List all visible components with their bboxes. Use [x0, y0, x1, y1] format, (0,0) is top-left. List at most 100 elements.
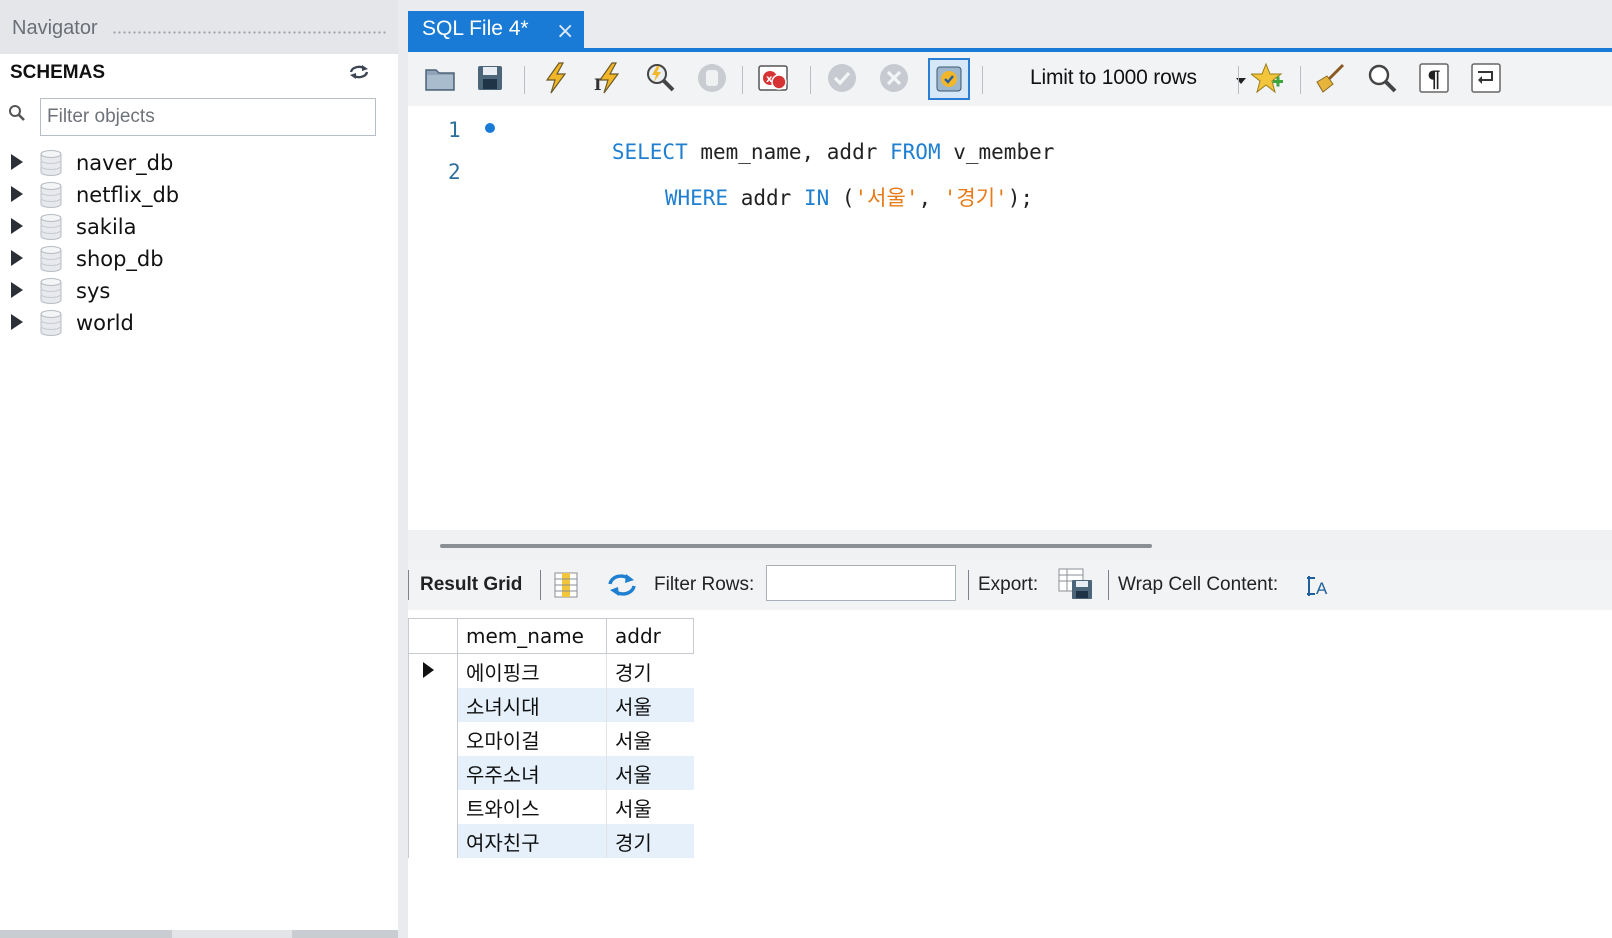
- cell-mem-name[interactable]: 소녀시대: [457, 688, 607, 722]
- grid-view-icon[interactable]: [554, 572, 578, 602]
- table-row[interactable]: 오마이걸 서울: [408, 722, 694, 756]
- word-wrap-icon[interactable]: [1468, 60, 1504, 96]
- sql-keyword: IN: [803, 186, 830, 210]
- table-row[interactable]: 트와이스 서울: [408, 790, 694, 824]
- sql-identifier: (: [829, 186, 855, 210]
- expand-arrow-icon[interactable]: [11, 282, 23, 298]
- beautify-broom-icon[interactable]: [1312, 60, 1348, 96]
- cell-mem-name[interactable]: 트와이스: [457, 790, 607, 824]
- commit-icon[interactable]: [824, 60, 860, 96]
- toolbar-separator: [982, 66, 983, 94]
- cell-mem-name[interactable]: 여자친구: [457, 824, 607, 858]
- export-icon[interactable]: [1058, 568, 1094, 604]
- expand-arrow-icon[interactable]: [11, 314, 23, 330]
- sql-keyword: WHERE: [664, 186, 729, 210]
- wrap-text-icon[interactable]: A: [1306, 574, 1330, 602]
- row-header[interactable]: [408, 722, 458, 756]
- refresh-schemas-icon[interactable]: [348, 63, 370, 86]
- schema-name: netflix_db: [76, 183, 180, 207]
- svg-text:x: x: [766, 74, 773, 85]
- editor-horizontal-scrollbar[interactable]: [408, 530, 1612, 560]
- expand-arrow-icon[interactable]: [11, 218, 23, 234]
- column-header-addr[interactable]: addr: [606, 618, 694, 654]
- sql-identifier: );: [1007, 186, 1033, 210]
- sql-string: '경기': [943, 186, 1008, 210]
- scrollbar-thumb[interactable]: [0, 930, 172, 938]
- explain-icon[interactable]: [642, 60, 678, 96]
- svg-text:¶: ¶: [1427, 67, 1441, 93]
- line-number: 1: [448, 118, 461, 142]
- row-header[interactable]: [408, 756, 458, 790]
- table-row[interactable]: 우주소녀 서울: [408, 756, 694, 790]
- code-line: 2 WHERE addr IN ('서울', '경기');: [408, 152, 1612, 210]
- cell-addr[interactable]: 서울: [607, 790, 694, 824]
- expand-arrow-icon[interactable]: [11, 154, 23, 170]
- cell-addr[interactable]: 서울: [606, 756, 694, 790]
- sql-editor[interactable]: 1 SELECT mem_name, addr FROM v_member 2 …: [408, 106, 1612, 530]
- expand-arrow-icon[interactable]: [11, 250, 23, 266]
- tab-label: SQL File 4*: [422, 17, 529, 40]
- add-snippet-star-icon[interactable]: [1250, 60, 1286, 96]
- row-header[interactable]: [408, 688, 458, 722]
- cell-mem-name[interactable]: 우주소녀: [457, 756, 607, 790]
- toolbar-separator: [810, 66, 811, 94]
- table-row[interactable]: 에이핑크 경기: [408, 653, 694, 689]
- row-header[interactable]: [408, 824, 458, 858]
- rollback-icon[interactable]: [876, 60, 912, 96]
- schema-item[interactable]: naver_db: [0, 148, 398, 180]
- cell-addr[interactable]: 경기: [606, 824, 694, 858]
- schema-item[interactable]: netflix_db: [0, 180, 398, 212]
- schema-item[interactable]: shop_db: [0, 244, 398, 276]
- execute-current-icon[interactable]: I: [590, 60, 626, 96]
- table-row[interactable]: 여자친구 경기: [408, 824, 694, 858]
- navigator-scrollbar[interactable]: [0, 930, 398, 938]
- find-icon[interactable]: [1364, 60, 1400, 96]
- scrollbar-thumb[interactable]: [440, 544, 1152, 548]
- line-number: 2: [448, 160, 461, 184]
- toggle-error-icon[interactable]: x: [756, 60, 792, 96]
- filter-objects-input[interactable]: [40, 98, 376, 136]
- panel-splitter[interactable]: [398, 0, 408, 938]
- schema-item[interactable]: sakila: [0, 212, 398, 244]
- toolbar-separator: [524, 66, 525, 94]
- result-grid-tab[interactable]: Result Grid: [420, 574, 522, 596]
- row-header-corner: [408, 618, 458, 654]
- column-header-mem-name[interactable]: mem_name: [457, 618, 607, 654]
- schema-item[interactable]: world: [0, 308, 398, 340]
- cell-mem-name[interactable]: 오마이걸: [457, 722, 607, 756]
- stop-icon[interactable]: [694, 60, 730, 96]
- sql-string: '서울': [854, 186, 919, 210]
- close-icon[interactable]: ×: [556, 19, 574, 44]
- invisible-chars-icon[interactable]: ¶: [1416, 60, 1452, 96]
- schema-name: shop_db: [76, 247, 164, 271]
- cell-addr[interactable]: 경기: [607, 654, 694, 689]
- titlebar-grip[interactable]: [112, 30, 388, 36]
- result-toolbar: Result Grid Filter Rows: Export: Wrap Ce…: [408, 560, 1612, 610]
- row-header[interactable]: [408, 653, 458, 688]
- scrollbar-thumb[interactable]: [292, 930, 398, 938]
- expand-arrow-icon[interactable]: [11, 186, 23, 202]
- cell-mem-name[interactable]: 에이핑크: [457, 653, 607, 688]
- open-file-icon[interactable]: [422, 60, 458, 96]
- result-grid-body: 에이핑크 경기 소녀시대 서울 오마이걸 서울 우주소녀 서울 트와이스 서울 여자친구 경기: [408, 653, 694, 858]
- current-row-arrow-icon: [423, 662, 434, 678]
- schema-name: world: [76, 311, 134, 335]
- autocommit-toggle-icon[interactable]: [928, 58, 970, 100]
- sql-identifier: addr: [728, 186, 804, 210]
- limit-rows-label: Limit to 1000 rows: [1030, 66, 1197, 89]
- table-row[interactable]: 소녀시대 서울: [408, 688, 694, 722]
- refresh-results-icon[interactable]: [606, 572, 638, 602]
- database-icon: [40, 182, 62, 208]
- tab-sql-file-4[interactable]: SQL File 4* ×: [408, 11, 584, 51]
- limit-rows-select[interactable]: Limit to 1000 rows: [1018, 64, 1258, 96]
- cell-addr[interactable]: 서울: [607, 722, 694, 756]
- filter-rows-input[interactable]: [766, 565, 956, 601]
- cell-addr[interactable]: 서울: [606, 688, 694, 722]
- filter-rows-label: Filter Rows:: [654, 574, 755, 595]
- row-header[interactable]: [408, 790, 458, 824]
- save-icon[interactable]: [472, 60, 508, 96]
- sql-toolbar: I x Limit to 1000 rows ¶: [408, 52, 1612, 106]
- execute-icon[interactable]: [538, 60, 574, 96]
- wrap-cell-content-label: Wrap Cell Content:: [1118, 574, 1279, 595]
- schema-item[interactable]: sys: [0, 276, 398, 308]
